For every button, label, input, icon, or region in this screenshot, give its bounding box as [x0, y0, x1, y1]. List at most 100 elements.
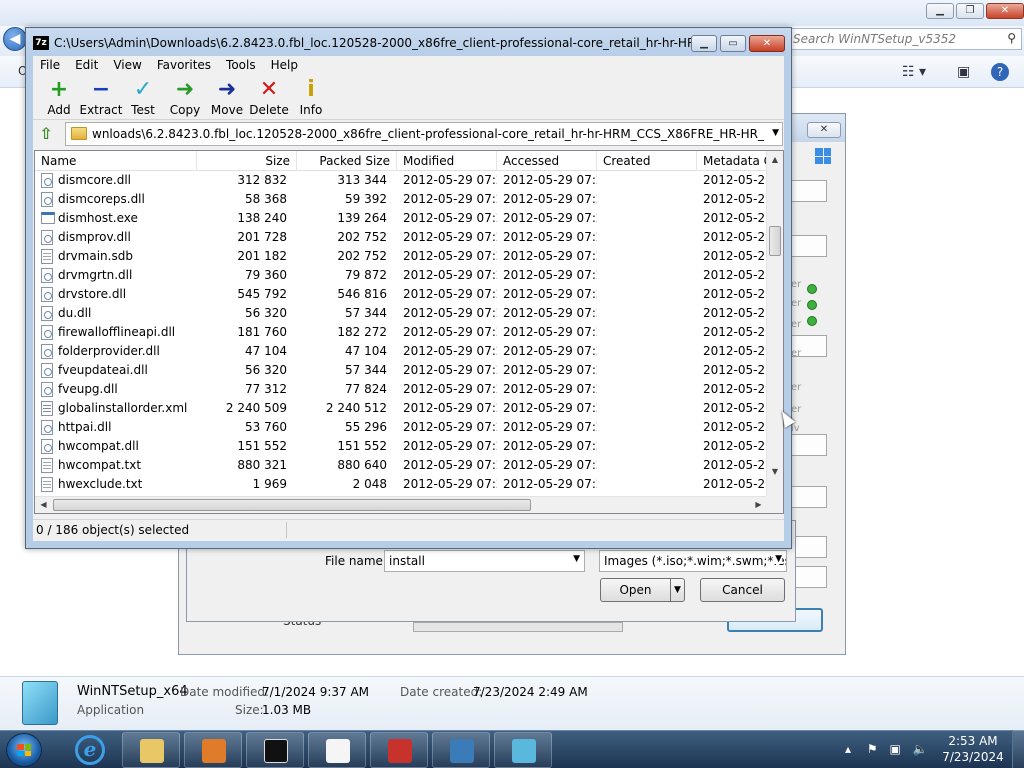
menu-view[interactable]: View	[106, 56, 149, 76]
column-created[interactable]: Created	[597, 151, 697, 171]
add-button[interactable]: + Add	[37, 76, 81, 120]
taskbar-list-button[interactable]	[308, 732, 366, 768]
explorer-maximize-button[interactable]: ❐	[956, 3, 984, 19]
taskbar-toolbox-button[interactable]	[370, 732, 428, 768]
menu-help[interactable]: Help	[264, 56, 306, 76]
cancel-button[interactable]: Cancel	[700, 578, 785, 602]
taskbar-explorer-button[interactable]	[122, 732, 180, 768]
horizontal-scroll-thumb[interactable]	[53, 499, 531, 511]
copy-button[interactable]: ➜ Copy	[163, 76, 207, 120]
table-row[interactable]: hwcompat.txt 880 321 880 640 2012-05-29 07:…	[35, 456, 767, 475]
table-row[interactable]: httpai.dll 53 760 55 296 2012-05-29 07:20 20…	[35, 418, 767, 437]
scroll-right-icon[interactable]: ▶	[750, 497, 767, 513]
taskbar-globe-button[interactable]	[432, 732, 490, 768]
scroll-down-icon[interactable]: ▼	[767, 463, 783, 480]
scroll-up-icon[interactable]: ▲	[767, 151, 783, 168]
date-created-value: 7/23/2024 2:49 AM	[473, 685, 588, 699]
explorer-minimize-button[interactable]: ▁	[926, 3, 954, 19]
winntsetup-close-button[interactable]: ✕	[807, 122, 841, 138]
action-center-flag-icon[interactable]: ⚑	[867, 742, 878, 756]
winntsetup-browse-button[interactable]	[789, 235, 827, 257]
winntsetup-option-button[interactable]	[789, 434, 827, 456]
show-hidden-icons-icon[interactable]: ▴	[845, 742, 851, 756]
maximize-button[interactable]: ▭	[720, 35, 746, 52]
scrollbar-corner	[766, 496, 783, 513]
table-row[interactable]: globalinstallorder.xml 2 240 509 2 240 512…	[35, 399, 767, 418]
column-modified[interactable]: Modified	[397, 151, 497, 171]
chevron-down-icon[interactable]: ▼	[573, 554, 580, 564]
table-row[interactable]: dismhost.exe 138 240 139 264 2012-05-29 07:…	[35, 209, 767, 228]
delete-button[interactable]: ✕ Delete	[247, 76, 291, 120]
cell-packed: 57 344	[345, 306, 387, 320]
cell-name: dismcoreps.dll	[58, 192, 145, 206]
network-icon[interactable]: ▣	[889, 742, 900, 756]
menu-tools[interactable]: Tools	[219, 56, 264, 76]
minimize-button[interactable]: ▁	[691, 35, 717, 52]
extract-button[interactable]: − Extract	[79, 76, 123, 120]
column-size[interactable]: Size	[197, 151, 297, 171]
internet-explorer-icon[interactable]: e	[75, 735, 105, 765]
table-row[interactable]: fveupdateai.dll 56 320 57 344 2012-05-29 07…	[35, 361, 767, 380]
cell-size: 545 792	[237, 287, 287, 301]
table-row[interactable]: dismcore.dll 312 832 313 344 2012-05-29 07:…	[35, 171, 767, 190]
address-input[interactable]: wnloads\6.2.8423.0.fbl_loc.120528-2000_x…	[65, 122, 783, 146]
table-row[interactable]: hwcompat.dll 151 552 151 552 2012-05-29 07:…	[35, 437, 767, 456]
search-icon[interactable]: ⚲	[1007, 31, 1016, 45]
cell-metadata: 2012-05-29 0	[703, 211, 767, 225]
cell-metadata: 2012-05-29 0	[703, 477, 767, 491]
table-row[interactable]: firewallofflineapi.dll 181 760 182 272 2012…	[35, 323, 767, 342]
explorer-search-input[interactable]: Search WinNTSetup_v5352 ⚲	[786, 28, 1022, 50]
column-packed-size[interactable]: Packed Size	[297, 151, 397, 171]
table-row[interactable]: drvstore.dll 545 792 546 816 2012-05-29 07:…	[35, 285, 767, 304]
taskbar-media-button[interactable]	[184, 732, 242, 768]
scroll-left-icon[interactable]: ◀	[35, 497, 52, 513]
address-path: wnloads\6.2.8423.0.fbl_loc.120528-2000_x…	[92, 127, 764, 141]
menu-favorites[interactable]: Favorites	[150, 56, 219, 76]
column-accessed[interactable]: Accessed	[497, 151, 597, 171]
table-row[interactable]: drvmain.sdb 201 182 202 752 2012-05-29 07: 2…	[35, 247, 767, 266]
winntsetup-search-button[interactable]	[789, 180, 827, 202]
table-row[interactable]: drvmgrtn.dll 79 360 79 872 2012-05-29 07: 20…	[35, 266, 767, 285]
start-button[interactable]	[6, 733, 42, 767]
folder-up-icon[interactable]: ⇧	[37, 125, 55, 143]
help-icon[interactable]: ?	[991, 63, 1009, 81]
file-name-input[interactable]: install ▼	[384, 550, 585, 572]
open-button[interactable]: Open ▼	[600, 578, 685, 602]
system-clock[interactable]: 2:53 AM 7/23/2024	[936, 733, 1010, 765]
cell-size: 77 312	[245, 382, 287, 396]
cell-packed: 313 344	[337, 173, 387, 187]
table-row[interactable]: hwexclude.txt 1 969 2 048 2012-05-29 07:20 2…	[35, 475, 767, 494]
table-row[interactable]: dismprov.dll 201 728 202 752 2012-05-29 07:…	[35, 228, 767, 247]
taskbar-winntsetup-button[interactable]	[494, 732, 552, 768]
view-options-icon[interactable]: ☷ ▾	[902, 64, 926, 80]
menu-file[interactable]: File	[33, 56, 68, 76]
file-type-select[interactable]: Images (*.iso;*.wim;*.swm;*.esd) ▼	[599, 550, 787, 572]
taskbar-7zip-button[interactable]	[246, 732, 304, 768]
horizontal-scrollbar[interactable]: ◀ ▶	[35, 496, 767, 513]
volume-muted-icon[interactable]: 🔈	[913, 742, 928, 756]
explorer-close-button[interactable]: ✕	[986, 3, 1024, 19]
preview-pane-icon[interactable]: ▣	[957, 64, 970, 80]
show-desktop-button[interactable]	[1012, 730, 1024, 768]
open-split-arrow-icon[interactable]: ▼	[670, 579, 684, 601]
column-name[interactable]: Name	[35, 151, 197, 171]
table-row[interactable]: dismcoreps.dll 58 368 59 392 2012-05-29 07:…	[35, 190, 767, 209]
table-row[interactable]: folderprovider.dll 47 104 47 104 2012-05-29…	[35, 342, 767, 361]
open-button-label: Open	[619, 583, 652, 597]
info-button[interactable]: i Info	[289, 76, 333, 120]
close-button[interactable]: ✕	[749, 35, 785, 52]
menu-edit[interactable]: Edit	[68, 56, 106, 76]
test-button[interactable]: ✓ Test	[121, 76, 165, 120]
chevron-down-icon[interactable]: ▼	[773, 554, 782, 564]
back-arrow-icon[interactable]: ◀	[3, 27, 27, 51]
vertical-scroll-thumb[interactable]	[769, 226, 781, 256]
winntsetup-dropdown[interactable]	[789, 486, 827, 508]
file-list-body: dismcore.dll 312 832 313 344 2012-05-29 07:…	[35, 171, 767, 497]
chevron-down-icon[interactable]: ▼	[772, 128, 779, 138]
cell-metadata: 2012-05-29 0	[703, 192, 767, 206]
table-row[interactable]: du.dll 56 320 57 344 2012-05-29 07:20 2012-0…	[35, 304, 767, 323]
column-metadata-changed[interactable]: Metadata Ch	[697, 151, 777, 171]
table-row[interactable]: fveupg.dll 77 312 77 824 2012-05-29 07:20 20…	[35, 380, 767, 399]
vertical-scrollbar[interactable]: ▲ ▼	[766, 151, 783, 497]
move-button[interactable]: ➜ Move	[205, 76, 249, 120]
